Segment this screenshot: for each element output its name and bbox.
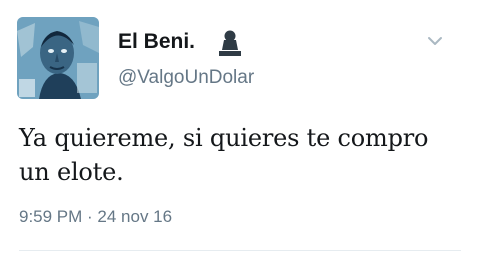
tweet-card: El Beni. @ValgoUnDolar Ya quiereme, si q…	[0, 0, 480, 254]
user-handle[interactable]: @ValgoUnDolar	[118, 67, 254, 89]
user-silhouette-icon	[215, 29, 245, 57]
avatar-image	[17, 17, 99, 99]
avatar[interactable]	[17, 17, 99, 99]
tweet-timestamp[interactable]: 9:59 PM · 24 nov 16	[19, 207, 172, 227]
display-name[interactable]: El Beni.	[118, 30, 195, 54]
divider	[19, 250, 461, 251]
chevron-down-icon[interactable]	[427, 35, 443, 47]
tweet-text: Ya quiereme, si quieres te compro un elo…	[19, 124, 429, 186]
